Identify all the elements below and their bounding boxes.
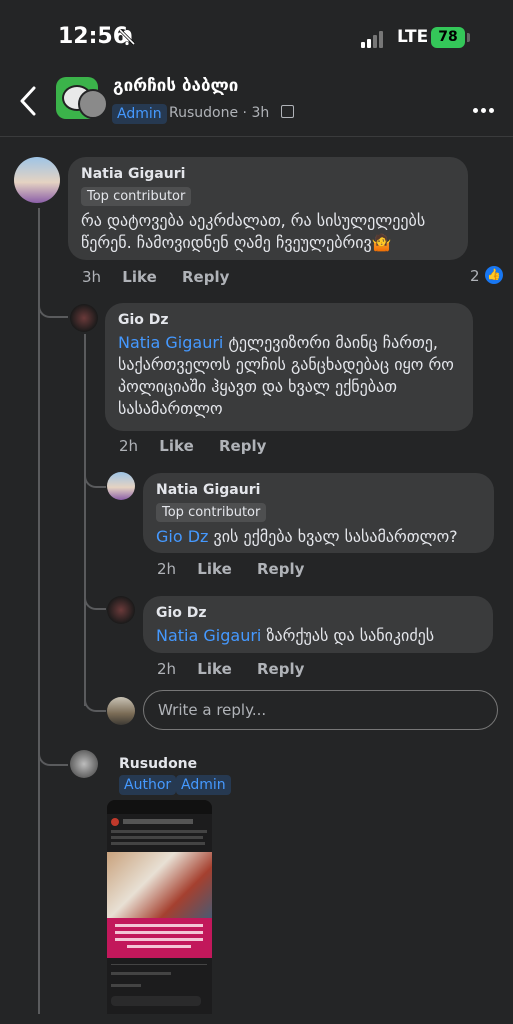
- thread-connector: [84, 698, 106, 712]
- thread-connector: [84, 594, 106, 610]
- network-type: LTE: [397, 27, 429, 47]
- mention-link[interactable]: Natia Gigauri: [156, 626, 261, 645]
- thread-connector: [38, 750, 68, 766]
- comment-actions: 2h Like Reply: [157, 560, 324, 578]
- comment-time: 2h: [157, 560, 177, 578]
- avatar[interactable]: [107, 472, 135, 500]
- avatar[interactable]: [107, 596, 135, 624]
- comment-text: Natia Gigauri ზარქუას და სანიკიძეს: [156, 625, 480, 647]
- status-bar: 12:56 LTE 78: [0, 0, 513, 70]
- like-button[interactable]: Like: [197, 560, 231, 578]
- group-privacy-icon: [281, 105, 294, 118]
- comment-time: 2h: [119, 437, 139, 455]
- poster-avatar[interactable]: [78, 89, 108, 119]
- post-meta: Rusudone · 3h: [169, 105, 270, 121]
- comment-text: Natia Gigauri ტელევიზორი მაინც ჩართე, სა…: [118, 332, 460, 420]
- author-badge: Author: [119, 775, 177, 795]
- comment-bubble: Natia Gigauri Top contributor რა დატოვებ…: [68, 157, 468, 260]
- reply-button[interactable]: Reply: [257, 560, 304, 578]
- commenter-name[interactable]: Gio Dz: [118, 312, 460, 328]
- top-contributor-badge: Top contributor: [156, 503, 267, 522]
- battery-tip: [467, 33, 470, 42]
- admin-badge: Admin: [112, 104, 167, 124]
- battery-indicator: 78: [431, 27, 465, 48]
- comment-bubble: Gio Dz Natia Gigauri ტელევიზორი მაინც ჩა…: [105, 303, 473, 431]
- thread-connector: [84, 472, 106, 488]
- commenter-name[interactable]: Natia Gigauri: [156, 482, 481, 498]
- avatar[interactable]: [70, 304, 98, 332]
- current-user-avatar: [107, 697, 135, 725]
- thread-line-main: [38, 208, 40, 1014]
- commenter-name[interactable]: Natia Gigauri: [81, 166, 455, 182]
- like-button[interactable]: Like: [122, 268, 156, 286]
- comment-actions: 2h Like Reply: [157, 660, 324, 678]
- like-reaction-icon: 👍: [485, 266, 503, 284]
- thread-connector: [38, 300, 68, 318]
- mention-link[interactable]: Gio Dz: [156, 527, 208, 546]
- back-arrow-icon[interactable]: [16, 84, 42, 118]
- commenter-name[interactable]: Gio Dz: [156, 605, 480, 621]
- comment-body: ვის ექმება ხვალ სასამართლო?: [208, 527, 458, 546]
- poster-name[interactable]: Rusudone: [169, 105, 238, 121]
- comment-bubble: Natia Gigauri Top contributor Gio Dz ვის…: [143, 473, 494, 553]
- like-button[interactable]: Like: [197, 660, 231, 678]
- avatar[interactable]: [70, 750, 98, 778]
- comment-body: ზარქუას და სანიკიძეს: [261, 626, 435, 645]
- mention-link[interactable]: Natia Gigauri: [118, 333, 223, 352]
- avatar[interactable]: [14, 157, 60, 203]
- thread-line-nested: [84, 334, 86, 706]
- top-contributor-badge: Top contributor: [81, 187, 192, 206]
- reply-button[interactable]: Reply: [182, 268, 229, 286]
- comment-time: 2h: [157, 660, 177, 678]
- comment-text: რა დატოვება აეკრძალათ, რა სისულელეებს წე…: [81, 211, 426, 252]
- comment-time: 3h: [82, 268, 102, 286]
- comment-text: Gio Dz ვის ექმება ხვალ სასამართლო?: [156, 526, 481, 548]
- admin-badge: Admin: [176, 775, 231, 795]
- like-button[interactable]: Like: [159, 437, 193, 455]
- comment-actions: 2h Like Reply: [119, 437, 286, 455]
- reaction-count[interactable]: 2: [470, 267, 480, 285]
- bottom-edge: [0, 1014, 513, 1024]
- post-time: 3h: [251, 105, 270, 121]
- post-header: გირჩის ბაბლი Admin Rusudone · 3h: [0, 70, 513, 137]
- commenter-name[interactable]: Rusudone: [119, 756, 197, 772]
- comment-bubble: Gio Dz Natia Gigauri ზარქუას და სანიკიძე…: [143, 596, 493, 653]
- comment-actions: 3h Like Reply: [82, 268, 249, 286]
- silent-bell-icon: [118, 28, 136, 46]
- attached-screenshot-image[interactable]: [107, 800, 212, 1024]
- more-options-icon[interactable]: [473, 98, 497, 117]
- reply-button[interactable]: Reply: [257, 660, 304, 678]
- reply-input[interactable]: Write a reply...: [143, 690, 498, 730]
- group-name[interactable]: გირჩის ბაბლი: [113, 76, 238, 96]
- reply-button[interactable]: Reply: [219, 437, 266, 455]
